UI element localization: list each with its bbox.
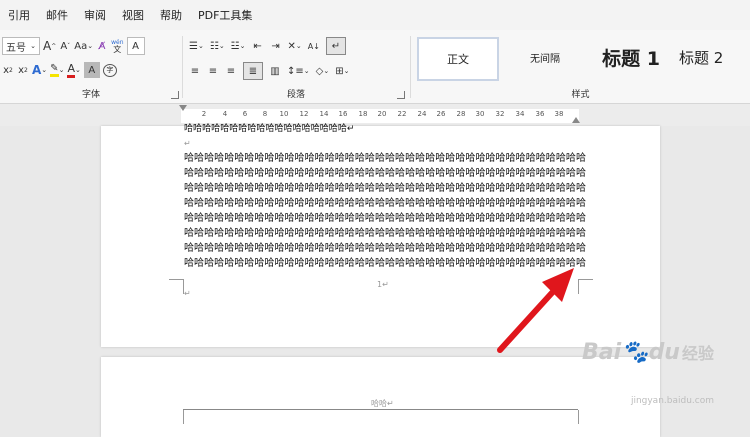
ruler-tick: 36 (535, 110, 545, 118)
style-normal[interactable]: 正文 (417, 37, 499, 81)
sort-button[interactable]: A↓ (308, 38, 320, 54)
header-text: 哈哈↵ (371, 399, 394, 408)
styles-group: 正文 无间隔 标题 1 标题 2 样式 (411, 30, 750, 103)
ruler-tick: 34 (515, 110, 525, 118)
document-text-line: 哈哈哈哈哈哈哈哈哈哈哈哈哈哈哈哈哈哈哈哈哈哈哈哈哈哈哈哈哈哈哈哈哈哈哈哈哈哈哈哈 (184, 198, 586, 209)
ruler-tick: 18 (358, 110, 368, 118)
ruler-tick: 30 (475, 110, 485, 118)
document-text-line: 哈哈哈哈哈哈哈哈哈哈哈哈哈哈哈哈哈哈哈哈哈哈哈哈哈哈哈哈哈哈哈哈哈哈哈哈哈哈哈哈 (184, 213, 586, 224)
chinese-layout-button[interactable]: ✕ ⌄ (288, 38, 302, 54)
decrease-indent-button[interactable]: ⇤ (252, 38, 264, 54)
borders-button[interactable]: ⊞ ⌄ (335, 63, 349, 79)
ruler-tick: 24 (417, 110, 427, 118)
ruler-tick: 20 (377, 110, 387, 118)
page-number: 1↵ (377, 280, 389, 289)
watermark-url: jingyan.baidu.com (630, 396, 714, 406)
ruler-tick: 10 (279, 110, 289, 118)
shading-button[interactable]: ◇ ⌄ (316, 63, 330, 79)
ruler-tick: 14 (319, 110, 329, 118)
show-marks-button[interactable]: ↵ (325, 37, 346, 55)
grow-font-button[interactable]: A ^ (43, 38, 56, 54)
ruler-tick: 28 (456, 110, 466, 118)
change-case-button[interactable]: Aa ⌄ (74, 38, 93, 54)
font-color-button[interactable]: A ⌄ (67, 62, 81, 78)
document-text-line: 哈哈哈哈哈哈哈哈哈哈哈哈哈哈哈哈哈哈哈哈哈哈哈哈哈哈哈哈哈哈哈哈哈哈哈哈哈哈哈哈 (184, 228, 586, 239)
style-heading-2[interactable]: 标题 2 (679, 37, 750, 77)
numbering-button[interactable]: ☷ ⌄ (210, 38, 225, 54)
ruler-tick: 8 (262, 110, 268, 118)
align-center-button[interactable]: ≡ (207, 63, 219, 79)
text-effects-button[interactable]: A ⌄ (32, 62, 47, 78)
char-shading-button[interactable]: A (83, 62, 100, 78)
baidu-watermark: Bai🐾du 经验 (582, 340, 714, 365)
ruler-tick: 4 (222, 110, 228, 118)
ribbon: 五号 ⌄ A ^ Aˇ Aa ⌄ A̸ wén 文 A x2 x2 A ⌄ ✎ ⌄ A ⌄ … (0, 30, 750, 104)
subscript-button[interactable]: x2 (2, 62, 14, 78)
ruler-tick: 32 (495, 110, 505, 118)
styles-group-label: 样式 (571, 90, 590, 100)
style-no-spacing[interactable]: 无间隔 (505, 37, 585, 77)
ruler-tick: 6 (242, 110, 248, 118)
chevron-down-icon: ⌄ (30, 42, 36, 50)
enclose-char-button[interactable]: 字 (102, 63, 117, 77)
highlighter-icon: ✎ (50, 63, 59, 77)
align-right-button[interactable]: ≡ (225, 63, 237, 79)
menu-view[interactable]: 视图 (114, 7, 152, 23)
align-left-button[interactable]: ≡ (189, 63, 201, 79)
clear-format-icon[interactable]: A̸ (96, 38, 108, 54)
footer-paragraph-mark: ↵ (184, 289, 191, 298)
document-text-line: 哈哈哈哈哈哈哈哈哈哈哈哈哈哈哈哈哈哈哈哈哈哈哈哈哈哈哈哈哈哈哈哈哈哈哈哈哈哈哈哈 (184, 183, 586, 194)
char-border-button[interactable]: A (126, 37, 145, 55)
document-text-line: 哈哈哈哈哈哈哈哈哈哈哈哈哈哈哈哈哈哈哈哈哈哈哈哈哈哈哈哈哈哈哈哈哈哈哈哈哈哈哈哈 (184, 168, 586, 179)
red-arrow-icon (497, 268, 574, 353)
ruler-tick: 2 (201, 110, 207, 118)
paragraph-group: ☰ ⌄ ☷ ⌄ ☳ ⌄ ⇤ ⇥ ✕ ⌄ A↓ ↵ ≡ ≡ ≡ ≣ ▥ ↕≡ ⌄ ◇ ⌄ ⊞ ⌄… (183, 30, 409, 103)
distributed-button[interactable]: ▥ (269, 63, 281, 79)
menu-review[interactable]: 审阅 (76, 7, 114, 23)
font-group: 五号 ⌄ A ^ Aˇ Aa ⌄ A̸ wén 文 A x2 x2 A ⌄ ✎ ⌄ A ⌄ … (0, 30, 182, 103)
menu-pdf-tools[interactable]: PDF工具集 (190, 7, 260, 23)
menu-mailings[interactable]: 邮件 (38, 7, 76, 23)
increase-indent-button[interactable]: ⇥ (270, 38, 282, 54)
horizontal-ruler[interactable]: 2 2 4 6 8 10 12 14 16 18 20 22 24 26 28 … (0, 104, 750, 126)
font-dialog-launcher-icon[interactable] (171, 91, 179, 99)
line-spacing-button[interactable]: ↕≡ ⌄ (287, 63, 310, 79)
right-indent-marker-icon[interactable] (572, 117, 580, 123)
document-text-line: 哈哈哈哈哈哈哈哈哈哈哈哈哈哈哈哈哈哈哈哈哈哈哈哈哈哈哈哈哈哈哈哈哈哈哈哈哈哈哈哈 (184, 243, 586, 254)
multilevel-list-button[interactable]: ☳ ⌄ (231, 38, 246, 54)
pinyin-button[interactable]: wén 文 (111, 38, 123, 54)
menu-bar: 引用 邮件 审阅 视图 帮助 PDF工具集 (0, 0, 750, 30)
style-heading-1[interactable]: 标题 1 (591, 37, 671, 77)
ruler-tick: 12 (299, 110, 309, 118)
ruler-tick: 26 (436, 110, 446, 118)
document-first-line: 哈哈哈哈哈哈哈哈哈哈哈哈哈哈哈哈哈哈↵ (184, 124, 355, 134)
paragraph-mark: ↵ (184, 139, 191, 148)
font-group-label: 字体 (81, 90, 100, 100)
menu-references[interactable]: 引用 (0, 7, 38, 23)
document-text-line: 哈哈哈哈哈哈哈哈哈哈哈哈哈哈哈哈哈哈哈哈哈哈哈哈哈哈哈哈哈哈哈哈哈哈哈哈哈哈哈哈 (184, 153, 586, 164)
ruler-tick: 38 (554, 110, 564, 118)
superscript-button[interactable]: x2 (17, 62, 29, 78)
justify-button[interactable]: ≣ (243, 62, 263, 80)
indent-marker-icon[interactable] (179, 105, 187, 111)
document-page-2[interactable] (101, 357, 660, 437)
shrink-font-button[interactable]: Aˇ (59, 38, 71, 54)
paragraph-group-label: 段落 (286, 90, 305, 100)
bullets-button[interactable]: ☰ ⌄ (189, 38, 204, 54)
ruler-tick: 22 (397, 110, 407, 118)
paragraph-dialog-launcher-icon[interactable] (397, 91, 405, 99)
highlight-button[interactable]: ✎ ⌄ (50, 62, 64, 78)
ruler-tick: 16 (338, 110, 348, 118)
font-size-select[interactable]: 五号 ⌄ (2, 37, 40, 55)
paw-icon: 🐾 (621, 340, 649, 365)
menu-help[interactable]: 帮助 (152, 7, 190, 23)
